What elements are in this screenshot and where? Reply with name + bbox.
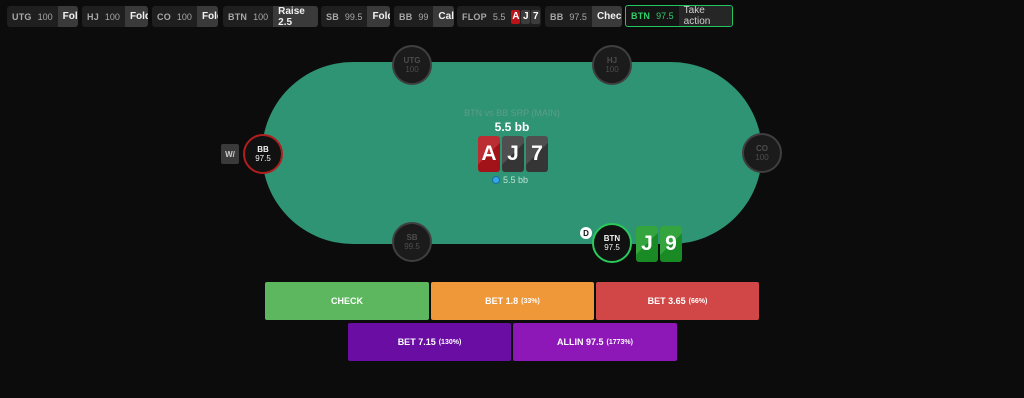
history-sb[interactable]: SB 99.5 Fold <box>321 6 390 27</box>
history-hj[interactable]: HJ 100 Fold <box>82 6 148 27</box>
seat-name: BTN <box>603 234 621 243</box>
history-co[interactable]: CO 100 Fold <box>152 6 218 27</box>
seat-hj: HJ 100 <box>592 45 632 85</box>
seat-name: SB <box>406 233 418 242</box>
history-action: Check <box>591 6 622 27</box>
history-stack: 97.5 <box>569 11 587 22</box>
history-stack: 99.5 <box>344 11 363 22</box>
board-card: A <box>478 136 500 172</box>
history-stack: 97.5 <box>656 11 674 21</box>
seat-name: BB <box>257 145 269 154</box>
bet-small-button[interactable]: BET 1.8 (33%) <box>431 282 594 320</box>
seat-bb: BB 97.5 <box>243 134 283 174</box>
board-card: J <box>502 136 524 172</box>
allin-button[interactable]: ALLIN 97.5 (1773%) <box>513 323 677 361</box>
pot-label: BTN vs BB SRP (MAIN) <box>464 108 560 118</box>
allin-percent: (1773%) <box>606 338 633 346</box>
bet-medium-button[interactable]: BET 3.65 (66%) <box>596 282 759 320</box>
flop-mini-card: J <box>521 9 531 24</box>
history-position: CO <box>157 11 171 22</box>
history-pot: 5.5 <box>492 11 506 22</box>
seat-stack: 99.5 <box>404 242 420 251</box>
history-action: Fold <box>124 6 148 27</box>
history-position: UTG <box>12 11 32 22</box>
history-action: Fold <box>196 6 218 27</box>
seat-sb: SB 99.5 <box>392 222 432 262</box>
pot-chips-amount: 5.5 bb <box>503 175 529 185</box>
hero-card: 9 <box>660 226 682 262</box>
seat-stack: 100 <box>405 65 419 74</box>
seat-stack: 97.5 <box>255 154 271 163</box>
bet-percent: (33%) <box>521 297 540 305</box>
seat-name: UTG <box>403 56 421 65</box>
seat-co: CO 100 <box>742 133 782 173</box>
seat-name: HJ <box>606 56 618 65</box>
history-position: SB <box>326 11 339 22</box>
history-action: Fold <box>57 6 78 27</box>
check-button[interactable]: CHECK <box>265 282 429 320</box>
pot-chips: 5.5 bb <box>492 175 528 185</box>
flop-mini-card: 7 <box>531 9 541 24</box>
history-bb[interactable]: BB 99 Call <box>394 6 454 27</box>
history-stack: 99 <box>418 11 429 22</box>
pot-amount: 5.5 bb <box>494 120 530 134</box>
history-bb-flop[interactable]: BB 97.5 Check <box>545 6 622 27</box>
history-stack: 100 <box>37 11 53 22</box>
history-btn-current[interactable]: BTN 97.5 Take action <box>625 5 733 27</box>
hero-cards: J 9 <box>636 226 682 262</box>
seat-stack: 100 <box>605 65 619 74</box>
seat-utg: UTG 100 <box>392 45 432 85</box>
bet-percent: (66%) <box>688 297 708 305</box>
player-tag[interactable]: W/ <box>221 144 239 164</box>
history-action: Take action <box>678 6 732 26</box>
allin-label: ALLIN 97.5 <box>557 337 604 347</box>
bet-label: BET 7.15 <box>397 337 436 347</box>
history-stack: 100 <box>104 11 120 22</box>
poker-trainer: UTG 100 Fold HJ 100 Fold CO 100 Fold BTN… <box>0 0 1024 398</box>
history-flop[interactable]: FLOP 5.5 A J 7 <box>457 6 541 27</box>
history-position: BB <box>399 11 413 22</box>
seat-btn: BTN 97.5 <box>592 223 632 263</box>
history-position: BTN <box>631 11 651 21</box>
history-position: HJ <box>87 11 99 22</box>
bet-percent: (130%) <box>438 338 462 346</box>
dealer-button: D <box>580 227 592 239</box>
history-stack: 100 <box>253 11 269 22</box>
bet-label: BET 3.65 <box>647 296 686 306</box>
history-action: Call <box>433 6 454 27</box>
history-street: FLOP <box>462 11 487 22</box>
board-card: 7 <box>526 136 548 172</box>
history-action: Fold <box>367 6 390 27</box>
seat-stack: 97.5 <box>604 243 620 252</box>
history-utg[interactable]: UTG 100 Fold <box>7 6 78 27</box>
history-action: Raise 2.5 <box>273 6 318 27</box>
history-btn[interactable]: BTN 100 Raise 2.5 <box>223 6 318 27</box>
history-stack: 100 <box>176 11 192 22</box>
flop-mini-card: A <box>511 9 521 24</box>
history-position: BB <box>550 11 564 22</box>
bet-large-button[interactable]: BET 7.15 (130%) <box>348 323 511 361</box>
check-button-label: CHECK <box>330 296 363 306</box>
seat-stack: 100 <box>755 153 769 162</box>
bet-label: BET 1.8 <box>485 296 519 306</box>
board-cards: A J 7 <box>478 136 548 172</box>
chip-icon <box>492 176 500 184</box>
history-position: BTN <box>228 11 248 22</box>
seat-name: CO <box>756 144 768 153</box>
hero-card: J <box>636 226 658 262</box>
